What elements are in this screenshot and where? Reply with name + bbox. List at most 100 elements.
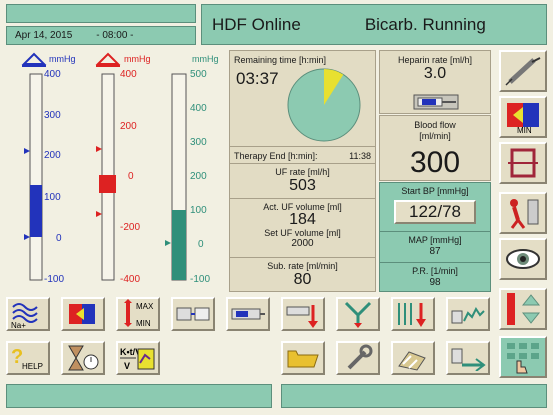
blood-flow-label: Blood flow [ml/min]	[414, 120, 456, 141]
svg-text:HELP: HELP	[22, 362, 43, 371]
venous-tick: 200	[120, 121, 137, 132]
max-min-icon: MAX MIN	[124, 299, 154, 328]
uf-min-icon: MIN	[507, 103, 539, 135]
svg-text:V: V	[124, 361, 130, 371]
pr-row: P.R. [1/min] 98	[380, 262, 490, 292]
infusion-button[interactable]	[391, 297, 435, 331]
hourglass-clock-icon	[68, 345, 99, 371]
machine-status: Bicarb. Running	[364, 14, 486, 34]
map-value: 87	[429, 246, 441, 257]
infusion-icon	[398, 303, 426, 327]
arterial-tick: 0	[56, 233, 62, 244]
heparin-rate-value: 3.0	[423, 65, 447, 82]
tmp-tick: -100	[190, 274, 210, 285]
patient-icon	[510, 199, 539, 229]
up-down-adjust-icon	[507, 293, 541, 325]
venous-tick: 0	[128, 171, 134, 182]
venous-lower-limit	[96, 211, 102, 217]
svg-text:Na+: Na+	[11, 321, 26, 329]
uf-rate-section[interactable]: UF rate [ml/h] 503	[230, 165, 375, 199]
uf-min-button[interactable]: MIN	[499, 96, 547, 138]
tmp-tick: 500	[190, 69, 207, 80]
eye-icon	[506, 249, 540, 269]
patient-disconnect-button[interactable]	[499, 192, 547, 234]
start-bp-label: Start BP [mmHg]	[401, 186, 469, 196]
act-uf-volume-value: 184	[289, 211, 316, 228]
folder-icon	[287, 350, 319, 368]
uf-rate-label: UF rate [ml/h]	[275, 167, 330, 177]
remaining-time-value: 03:37	[236, 69, 279, 88]
concentrate-icon	[69, 304, 95, 324]
venous-tick: -400	[120, 274, 140, 285]
arterial-bar	[30, 185, 42, 237]
rinse-button[interactable]	[446, 341, 490, 375]
blood-flow-panel[interactable]: Blood flow [ml/min] 300	[379, 115, 491, 181]
footer-message-left	[6, 384, 272, 408]
keypad-button[interactable]	[499, 336, 547, 378]
arterial-column	[29, 73, 43, 281]
set-uf-volume-value: 2000	[291, 238, 314, 249]
remaining-time-pie	[287, 68, 361, 142]
arterial-lower-limit	[24, 234, 30, 240]
service-button[interactable]	[336, 341, 380, 375]
sodium-button[interactable]: Na+	[6, 297, 50, 331]
heparin-rate-label: Heparin rate [ml/h]	[397, 55, 473, 65]
view-button[interactable]	[499, 238, 547, 280]
bp-panel: Start BP [mmHg] 122/78 MAP [mmHg] 87 P.R…	[379, 182, 491, 292]
heparin-syringe-button[interactable]	[226, 297, 270, 331]
heparin-panel[interactable]: Heparin rate [ml/h] 3.0	[379, 50, 491, 114]
tmp-bar	[172, 210, 186, 280]
blood-line-icon	[508, 148, 538, 178]
bp-button[interactable]: 122/78	[394, 200, 476, 224]
therapy-end-label: Therapy End [h:min]:	[234, 150, 318, 161]
wrench-icon	[347, 344, 373, 370]
ktv-button[interactable]: K•t/V V	[116, 341, 160, 375]
date-display: Apr 14, 2015	[15, 30, 73, 41]
bolus-icon	[286, 305, 318, 328]
arterial-upper-limit	[24, 148, 30, 154]
bp-value: 122/78	[409, 202, 461, 221]
tmp-tick: 200	[190, 171, 207, 182]
uf-profile-button[interactable]: MAX MIN	[116, 297, 160, 331]
bicarbonate-button[interactable]	[61, 297, 105, 331]
arterial-tick: 400	[44, 69, 61, 80]
therapy-panel: Remaining time [h:min] 03:37 Therapy End…	[229, 50, 376, 292]
venous-tick: 400	[120, 69, 137, 80]
venous-bar	[99, 175, 116, 193]
adjust-button[interactable]	[499, 288, 547, 330]
venous-unit: mmHg	[124, 54, 151, 64]
status-header: HDF Online Bicarb. Running	[201, 4, 547, 45]
substitution-button[interactable]	[336, 297, 380, 331]
tmp-tick: 100	[190, 205, 207, 216]
venous-pressure-icon	[95, 52, 121, 65]
syringe-icon	[413, 94, 459, 110]
set-uf-volume-label: Set UF volume [ml]	[264, 228, 341, 238]
help-icon: ?HELP	[11, 346, 43, 371]
folder-button[interactable]	[281, 341, 325, 375]
disinfection-button[interactable]	[391, 341, 435, 375]
arterial-tick: 200	[44, 150, 61, 161]
svg-text:MIN: MIN	[517, 126, 532, 135]
sub-rate-value: 80	[293, 271, 312, 288]
pr-value: 98	[429, 277, 441, 288]
arterial-tick: 100	[44, 192, 61, 203]
bolus-button[interactable]	[281, 297, 325, 331]
timer-button[interactable]	[61, 341, 105, 375]
tmp-lower-limit	[165, 240, 171, 246]
uf-rate-value: 503	[289, 177, 316, 194]
heparin-button[interactable]	[499, 50, 547, 92]
syringe-icon	[505, 57, 541, 86]
svg-text:MAX: MAX	[136, 302, 154, 311]
therapy-end-row: Therapy End [h:min]: 11:38	[230, 148, 375, 164]
venous-tick: -200	[120, 222, 140, 233]
filter-icon	[176, 307, 210, 321]
help-button[interactable]: ? HELP	[6, 341, 50, 375]
blood-pump-button[interactable]	[499, 142, 547, 184]
filter-button[interactable]	[171, 297, 215, 331]
syringe-icon	[231, 308, 265, 320]
uf-volume-section[interactable]: Act. UF volume [ml] 184 Set UF volume [m…	[230, 200, 375, 258]
venous-upper-limit	[96, 146, 102, 152]
graph-button[interactable]	[446, 297, 490, 331]
sub-rate-section[interactable]: Sub. rate [ml/min] 80	[230, 259, 375, 291]
svg-text:MIN: MIN	[136, 319, 151, 328]
